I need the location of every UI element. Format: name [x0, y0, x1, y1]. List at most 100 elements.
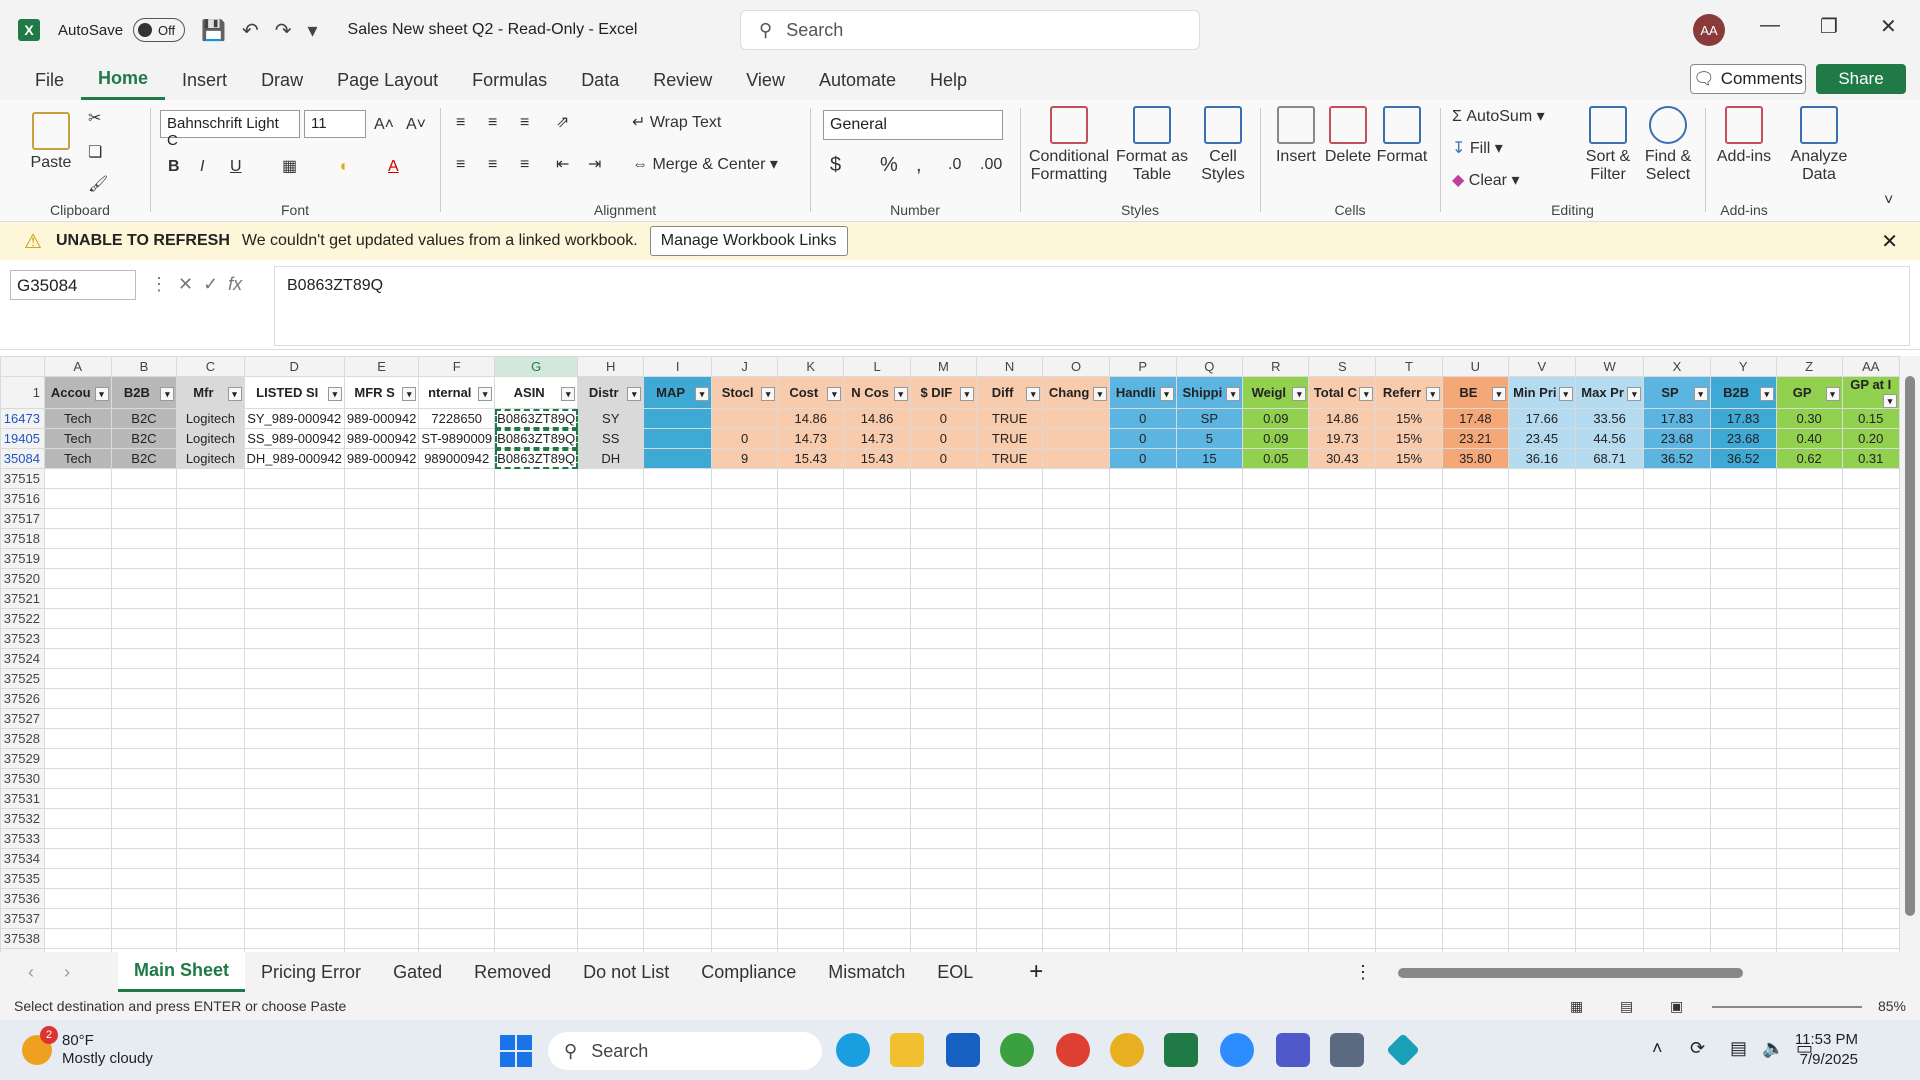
cell-Y37536[interactable]: [1709, 888, 1777, 909]
cell-B37538[interactable]: [110, 928, 178, 949]
cell-W37527[interactable]: [1574, 708, 1645, 729]
cell-L37529[interactable]: [843, 748, 911, 769]
cell-W37516[interactable]: [1574, 488, 1645, 509]
cell-X37524[interactable]: [1643, 648, 1711, 669]
cell-N37537[interactable]: [975, 908, 1044, 929]
cell-T37534[interactable]: [1375, 848, 1443, 869]
cell-B37525[interactable]: [110, 668, 178, 689]
filter-dropdown-icon[interactable]: ▾: [327, 386, 342, 401]
cell-O37519[interactable]: [1042, 548, 1110, 569]
cell-E37516[interactable]: [343, 488, 420, 509]
cell-B37531[interactable]: [110, 788, 178, 809]
cell-R37517[interactable]: [1242, 508, 1310, 529]
cell-O37516[interactable]: [1042, 488, 1110, 509]
cell-L37520[interactable]: [843, 568, 911, 589]
cell-T37516[interactable]: [1375, 488, 1443, 509]
cell-D37518[interactable]: [243, 528, 345, 549]
cell-J37523[interactable]: [711, 628, 779, 649]
cell-P37521[interactable]: [1108, 588, 1177, 609]
align-right-icon[interactable]: ≡: [520, 156, 529, 174]
cell-I37516[interactable]: [643, 488, 713, 509]
cell-J37519[interactable]: [711, 548, 779, 569]
cell-I37534[interactable]: [643, 848, 713, 869]
cell-C37524[interactable]: [176, 648, 245, 669]
cell-H37526[interactable]: [577, 688, 645, 709]
tab-eol[interactable]: EOL: [921, 952, 989, 992]
column-header-F[interactable]: F: [418, 356, 496, 377]
cell-N37536[interactable]: [975, 888, 1044, 909]
header-cell-F[interactable]: nternal ▾: [418, 376, 496, 409]
cell-F37525[interactable]: [418, 668, 496, 689]
menu-data[interactable]: Data: [564, 60, 636, 100]
cell-S37531[interactable]: [1308, 788, 1377, 809]
cell-U37531[interactable]: [1441, 788, 1509, 809]
header-cell-C[interactable]: Mfr ▾: [176, 376, 245, 409]
cell-I37528[interactable]: [643, 728, 713, 749]
cell-F37518[interactable]: [418, 528, 496, 549]
cell-Q35084[interactable]: 15: [1175, 448, 1244, 469]
menu-home[interactable]: Home: [81, 60, 166, 100]
cell-G37530[interactable]: [494, 768, 579, 789]
cell-M37519[interactable]: [909, 548, 977, 569]
cell-S37524[interactable]: [1308, 648, 1377, 669]
cell-E37530[interactable]: [343, 768, 420, 789]
filter-dropdown-icon[interactable]: ▾: [1558, 386, 1573, 401]
cell-E37535[interactable]: [343, 868, 420, 889]
cell-N37534[interactable]: [975, 848, 1044, 869]
cell-G37517[interactable]: [494, 508, 579, 529]
cell-W37519[interactable]: [1574, 548, 1645, 569]
cell-V37515[interactable]: [1507, 468, 1576, 489]
cell-G37536[interactable]: [494, 888, 579, 909]
cell-Z37528[interactable]: [1775, 728, 1843, 749]
menu-automate[interactable]: Automate: [802, 60, 913, 100]
filter-dropdown-icon[interactable]: ▾: [94, 386, 109, 401]
cell-H37531[interactable]: [577, 788, 645, 809]
cell-P37524[interactable]: [1108, 648, 1177, 669]
cell-V37532[interactable]: [1507, 808, 1576, 829]
cell-R37534[interactable]: [1242, 848, 1310, 869]
cell-G37532[interactable]: [494, 808, 579, 829]
cell-I37532[interactable]: [643, 808, 713, 829]
font-color-icon[interactable]: A: [388, 158, 399, 176]
paste-button[interactable]: Paste: [26, 112, 76, 172]
cell-D37528[interactable]: [243, 728, 345, 749]
cell-B37537[interactable]: [110, 908, 178, 929]
column-header-Z[interactable]: Z: [1775, 356, 1843, 377]
row-header[interactable]: 37522: [0, 608, 45, 629]
cell-K37523[interactable]: [777, 628, 845, 649]
cell-B37518[interactable]: [110, 528, 178, 549]
cell-Q37529[interactable]: [1175, 748, 1244, 769]
cell-L16473[interactable]: 14.86: [843, 408, 911, 429]
cell-Y37528[interactable]: [1709, 728, 1777, 749]
cell-L37519[interactable]: [843, 548, 911, 569]
cell-C37515[interactable]: [176, 468, 245, 489]
cell-D37516[interactable]: [243, 488, 345, 509]
cell-I37520[interactable]: [643, 568, 713, 589]
formula-input[interactable]: B0863ZT89Q: [274, 266, 1910, 346]
cell-N16473[interactable]: TRUE: [975, 408, 1044, 429]
row-header[interactable]: 37523: [0, 628, 45, 649]
cell-F37523[interactable]: [418, 628, 496, 649]
filter-dropdown-icon[interactable]: ▾: [1092, 386, 1107, 401]
cell-U16473[interactable]: 17.48: [1441, 408, 1509, 429]
search-box[interactable]: ⚲ Search: [740, 10, 1200, 50]
cell-A37521[interactable]: [43, 588, 112, 609]
cell-H37535[interactable]: [577, 868, 645, 889]
cell-V37531[interactable]: [1507, 788, 1576, 809]
display-icon[interactable]: ▤: [1730, 1038, 1747, 1059]
column-header-AA[interactable]: AA: [1841, 356, 1900, 377]
cell-C37518[interactable]: [176, 528, 245, 549]
vertical-scroll-thumb[interactable]: [1905, 376, 1915, 916]
cell-P37515[interactable]: [1108, 468, 1177, 489]
cell-D37527[interactable]: [243, 708, 345, 729]
cell-X37521[interactable]: [1643, 588, 1711, 609]
cell-J37533[interactable]: [711, 828, 779, 849]
cell-P37538[interactable]: [1108, 928, 1177, 949]
cell-Q37517[interactable]: [1175, 508, 1244, 529]
cell-I37538[interactable]: [643, 928, 713, 949]
cell-B37516[interactable]: [110, 488, 178, 509]
cell-K37522[interactable]: [777, 608, 845, 629]
cell-L37538[interactable]: [843, 928, 911, 949]
cell-I37515[interactable]: [643, 468, 713, 489]
cell-P35084[interactable]: 0: [1108, 448, 1177, 469]
